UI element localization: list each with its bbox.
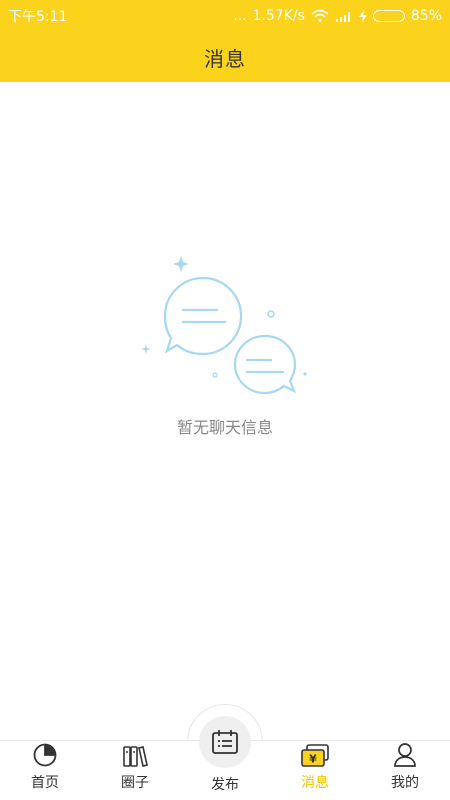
- nav-item-messages[interactable]: ¥ 消息: [270, 740, 360, 800]
- battery-percent: 85%: [410, 8, 442, 24]
- nav-label-circle: 圈子: [121, 775, 149, 791]
- empty-state: 暂无聊天信息: [0, 250, 450, 438]
- app-header: 消息: [0, 32, 450, 82]
- books-icon: [123, 746, 148, 767]
- battery-icon: [372, 10, 405, 22]
- wifi-icon: [311, 9, 329, 23]
- svg-text:¥: ¥: [309, 753, 317, 766]
- user-icon: [394, 743, 416, 767]
- nav-label-messages: 消息: [301, 775, 329, 791]
- nav-label-home: 首页: [31, 775, 59, 791]
- network-speed: 1.57K/s: [252, 8, 305, 24]
- nav-item-profile[interactable]: 我的: [360, 740, 450, 800]
- charging-icon: [358, 10, 367, 22]
- publish-button[interactable]: [199, 716, 251, 768]
- chat-bubbles-illustration: [141, 256, 307, 395]
- status-bar: 下午5:11 ... 1.57K/s 85%: [0, 0, 450, 32]
- status-indicators: ... 1.57K/s 85%: [233, 8, 442, 24]
- calendar-list-icon: [212, 730, 238, 754]
- pie-chart-icon: [33, 743, 57, 767]
- empty-message: 暂无聊天信息: [176, 418, 273, 437]
- nav-item-home[interactable]: 首页: [0, 740, 90, 800]
- yen-cards-icon: ¥: [301, 744, 329, 767]
- nav-label-profile: 我的: [391, 775, 419, 791]
- status-dots: ...: [233, 8, 247, 24]
- signal-icon: [335, 12, 350, 22]
- nav-label-publish: 发布: [211, 777, 239, 793]
- status-time: 下午5:11: [8, 9, 68, 25]
- nav-item-circle[interactable]: 圈子: [90, 740, 180, 800]
- page-title: 消息: [204, 46, 246, 71]
